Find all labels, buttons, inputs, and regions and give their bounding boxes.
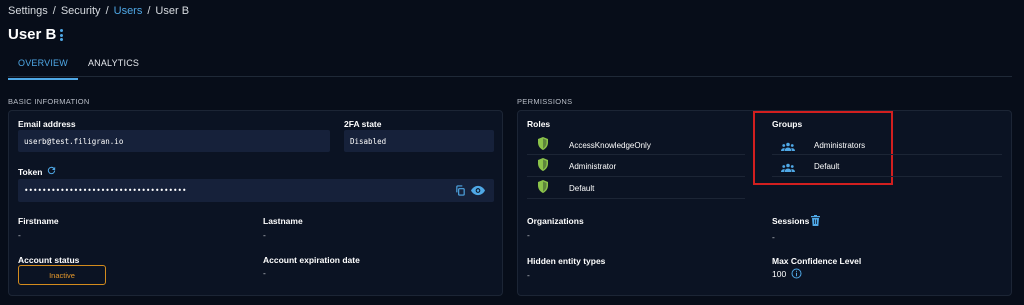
- list-item[interactable]: [537, 180, 549, 198]
- hidden-types-value: -: [527, 270, 530, 280]
- refresh-icon[interactable]: [46, 165, 57, 176]
- expiration-value: -: [263, 268, 266, 278]
- eye-icon[interactable]: [471, 185, 485, 196]
- group-name[interactable]: Default: [814, 162, 839, 171]
- firstname-value: -: [18, 230, 21, 240]
- breadcrumb-current: User B: [155, 5, 190, 17]
- status-badge: Inactive: [18, 265, 106, 285]
- divider: [772, 176, 1002, 177]
- shield-icon: [538, 137, 548, 150]
- breadcrumb-settings[interactable]: Settings: [8, 5, 48, 17]
- list-item[interactable]: [537, 158, 549, 176]
- firstname-label: Firstname: [18, 216, 59, 226]
- breadcrumb-separator: /: [52, 5, 56, 17]
- more-vertical-icon[interactable]: [56, 28, 66, 42]
- permissions-heading: PERMISSIONS: [517, 97, 573, 106]
- hidden-types-label: Hidden entity types: [527, 256, 606, 266]
- info-icon[interactable]: [791, 268, 802, 279]
- divider: [527, 198, 745, 199]
- role-name[interactable]: Administrator: [569, 162, 616, 171]
- breadcrumb-separator: /: [105, 5, 109, 17]
- twofa-field[interactable]: Disabled: [344, 130, 494, 152]
- roles-label: Roles: [527, 119, 551, 129]
- list-item[interactable]: [537, 137, 549, 155]
- account-status-label: Account status: [18, 255, 80, 265]
- max-confidence-label: Max Confidence Level: [772, 256, 862, 266]
- organizations-label: Organizations: [527, 216, 584, 226]
- twofa-label: 2FA state: [344, 119, 382, 129]
- sessions-label: Sessions: [772, 216, 810, 226]
- email-label: Email address: [18, 119, 76, 129]
- breadcrumb-security[interactable]: Security: [61, 5, 101, 17]
- lastname-label: Lastname: [263, 216, 303, 226]
- basic-information-heading: BASIC INFORMATION: [8, 97, 90, 106]
- page-title: User B: [8, 26, 57, 43]
- sessions-value: -: [772, 232, 775, 242]
- group-name[interactable]: Administrators: [814, 141, 865, 150]
- group-icon: [781, 163, 795, 172]
- breadcrumb-separator: /: [147, 5, 151, 17]
- group-icon: [781, 142, 795, 151]
- tabs-divider: [8, 76, 1012, 77]
- token-field[interactable]: ••••••••••••••••••••••••••••••••••••: [18, 179, 494, 202]
- expiration-label: Account expiration date: [263, 255, 360, 265]
- lastname-value: -: [263, 230, 266, 240]
- role-name[interactable]: AccessKnowledgeOnly: [569, 141, 651, 150]
- groups-label: Groups: [772, 119, 803, 129]
- token-label: Token: [18, 167, 43, 177]
- divider: [772, 154, 1002, 155]
- role-name[interactable]: Default: [569, 184, 594, 193]
- email-field[interactable]: userb@test.filigran.io: [18, 130, 330, 152]
- breadcrumb-users[interactable]: Users: [114, 5, 143, 17]
- trash-icon[interactable]: [811, 215, 820, 226]
- divider: [527, 154, 745, 155]
- breadcrumb: Settings / Security / Users / User B: [8, 5, 189, 17]
- shield-icon: [538, 180, 548, 193]
- shield-icon: [538, 158, 548, 171]
- divider: [527, 176, 745, 177]
- organizations-value: -: [527, 230, 530, 240]
- copy-icon[interactable]: [455, 185, 466, 196]
- max-confidence-value: 100: [772, 269, 787, 279]
